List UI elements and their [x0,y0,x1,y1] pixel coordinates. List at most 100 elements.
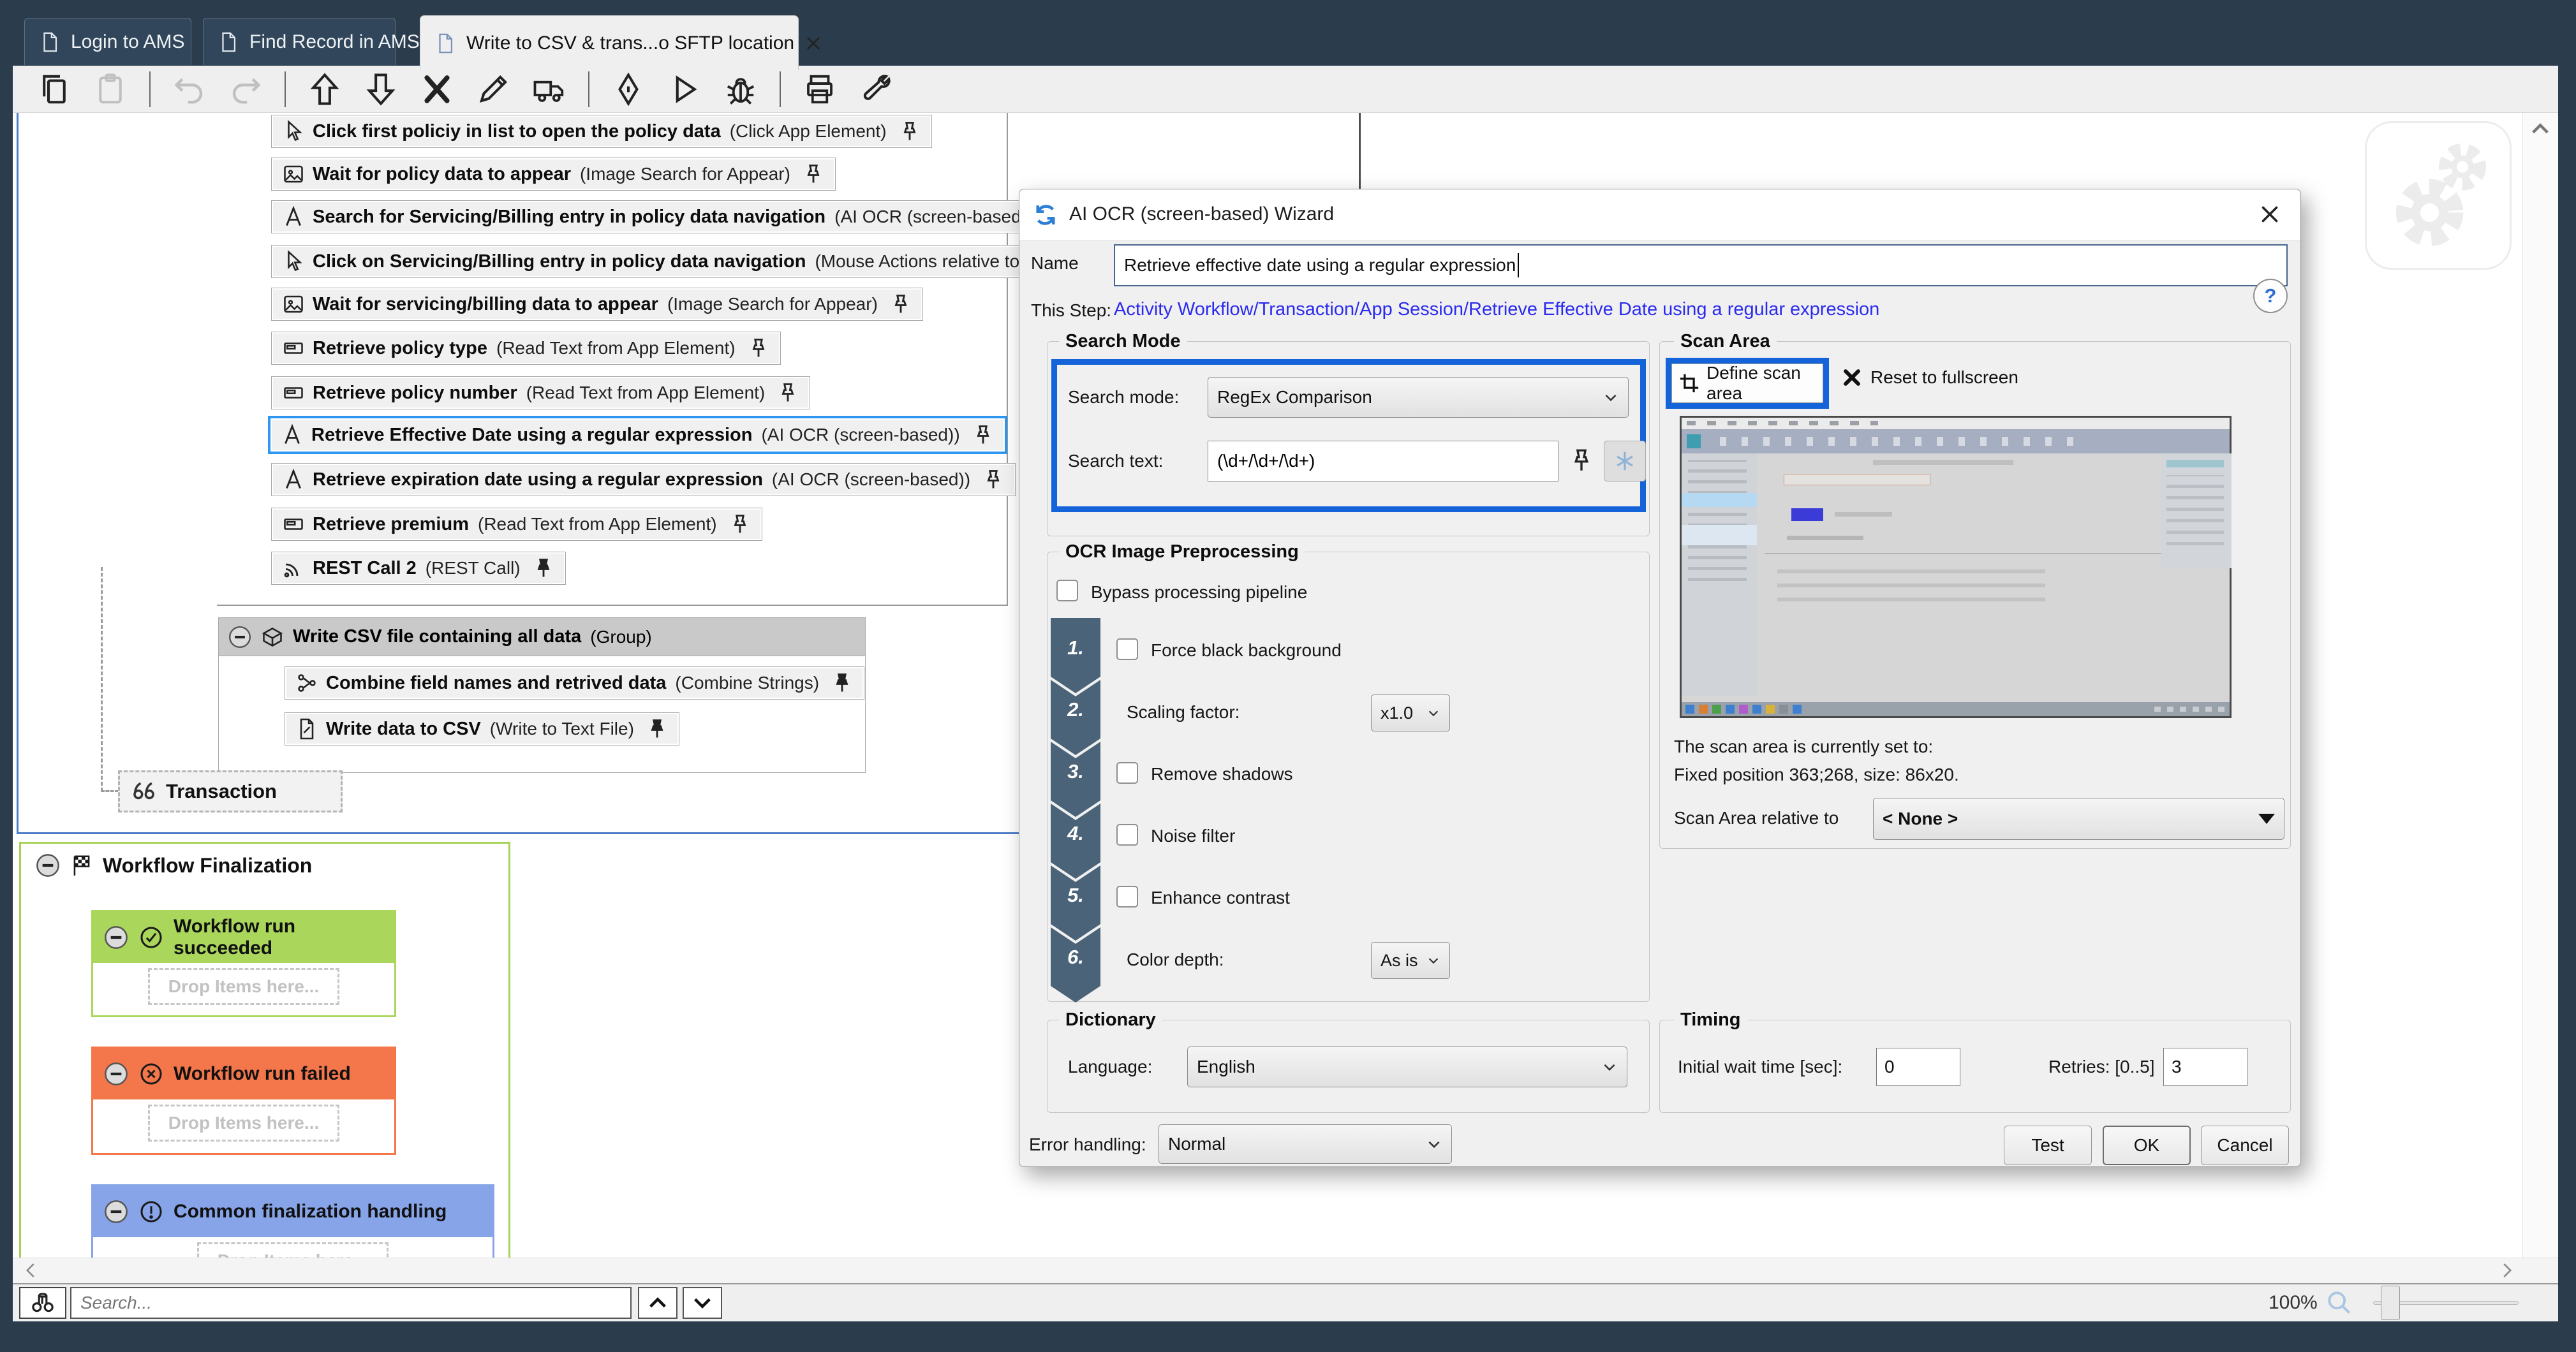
bug-icon[interactable] [723,72,758,107]
workflow-step[interactable]: Wait for policy data to appear (Image Sea… [271,158,836,191]
horizontal-scrollbar[interactable] [13,1258,2558,1283]
bypass-checkbox[interactable] [1056,580,1078,601]
pin-icon[interactable] [889,293,912,316]
workflow-step[interactable]: Retrieve policy number (Read Text from Ap… [271,376,811,409]
printer-icon[interactable] [803,72,837,107]
tab-2[interactable]: Find Record in AMS [203,18,420,65]
pin-icon[interactable] [898,120,921,143]
pin-filled-icon[interactable] [646,717,669,740]
ok-button[interactable]: OK [2103,1126,2191,1165]
pin-filled-icon[interactable] [831,672,854,694]
workflow-step[interactable]: Retrieve premium (Read Text from App Elem… [271,508,762,541]
pin-icon[interactable] [747,337,770,360]
group-box-icon [261,626,284,649]
pin-filled-icon[interactable] [532,557,555,580]
wrench-icon[interactable] [859,72,893,107]
scroll-left-icon[interactable] [22,1261,41,1280]
search-next-button[interactable] [683,1287,722,1319]
collapse-icon[interactable] [103,1061,129,1087]
drop-zone[interactable]: Drop Items here... [148,968,339,1005]
error-handling-label: Error handling: [1029,1135,1146,1154]
transaction-block[interactable]: Transaction [118,770,343,812]
pin-icon[interactable] [776,381,799,404]
workflow-finalization-group[interactable]: Workflow Finalization Workflow run succe… [19,842,510,1258]
delete-x-icon[interactable] [420,72,454,107]
collapse-icon[interactable] [103,1199,129,1224]
diamond-icon[interactable] [611,72,646,107]
truck-icon[interactable] [532,72,566,107]
tab-1[interactable]: Login to AMS [24,18,191,65]
workflow-step[interactable]: Retrieve policy type (Read Text from App … [271,332,781,365]
play-icon[interactable] [667,72,702,107]
scan-area-relative-dropdown[interactable]: < None > [1873,798,2284,840]
workflow-step[interactable]: REST Call 2 (REST Call) [271,552,566,585]
zoom-slider-thumb[interactable] [2381,1286,2400,1320]
block-label: Workflow run failed [174,1063,351,1084]
pipeline-checkbox[interactable] [1116,886,1138,907]
dialog-titlebar[interactable]: AI OCR (screen-based) Wizard [1019,189,2300,240]
finalization-title: Workflow Finalization [103,853,313,877]
finalization-block[interactable]: Common finalization handling Drop Items … [91,1184,494,1258]
pipeline-checkbox[interactable] [1116,824,1138,846]
close-icon[interactable] [2258,203,2281,226]
arrow-up-icon[interactable] [307,72,342,107]
vertical-scrollbar[interactable] [2522,113,2558,1258]
define-scan-area-button[interactable]: Define scan area [1671,363,1823,403]
drop-zone[interactable]: Drop Items here... [148,1105,339,1142]
help-button[interactable]: ? [2253,279,2288,313]
close-icon[interactable] [804,34,822,52]
test-button[interactable]: Test [2004,1126,2092,1165]
workflow-step[interactable]: Retrieve expiration date using a regular… [271,463,1016,496]
tab-3[interactable]: Write to CSV & trans...o SFTP location [420,15,820,70]
name-input[interactable]: Retrieve effective date using a regular … [1114,244,2288,286]
search-prev-button[interactable] [638,1287,677,1319]
scan-area-status-line1: The scan area is currently set to: [1674,737,1934,756]
pipeline-dropdown[interactable]: x1.0 [1371,694,1450,731]
finalization-block[interactable]: Workflow run failed Drop Items here... [91,1047,396,1155]
search-input[interactable] [70,1287,632,1319]
this-step-link[interactable]: Activity Workflow/Transaction/App Sessio… [1114,299,1879,320]
pin-icon[interactable] [802,163,825,186]
pipeline-checkbox[interactable] [1116,638,1138,660]
step-label: Retrieve policy number [313,382,517,403]
collapse-icon[interactable] [228,625,252,649]
pipeline-dropdown[interactable]: As is [1371,942,1450,979]
wait-time-input[interactable] [1876,1048,1960,1086]
pin-icon[interactable] [1568,447,1595,474]
copy-icon[interactable] [37,72,71,107]
workflow-step[interactable]: Wait for servicing/billing data to appea… [271,288,923,321]
step-type: (AI OCR (screen-based)) [834,207,1033,226]
search-mode-label: Search mode: [1068,387,1180,407]
drop-zone[interactable]: Drop Items here... [197,1242,389,1258]
finalization-block[interactable]: Workflow run succeeded Drop Items here..… [91,910,396,1017]
cancel-button[interactable]: Cancel [2201,1126,2289,1165]
pencil-icon[interactable] [476,72,510,107]
workflow-step[interactable]: Retrieve Effective Date using a regular … [268,416,1007,454]
search-mode-dropdown[interactable]: RegEx Comparison [1208,377,1629,418]
pipeline-label: Color depth: [1127,950,1224,969]
collapse-icon[interactable] [103,925,129,950]
group-write-csv[interactable]: Write CSV file containing all data (Grou… [218,617,866,773]
workflow-step[interactable]: Search for Servicing/Billing entry in po… [271,200,1079,233]
retries-input[interactable] [2163,1048,2247,1086]
search-text-input[interactable]: (\d+/\d+/\d+) [1208,441,1558,481]
find-button[interactable] [19,1287,66,1319]
workflow-step[interactable]: Combine field names and retrived data (Co… [285,666,865,700]
scroll-right-icon[interactable] [2497,1261,2516,1280]
workflow-step[interactable]: Write data to CSV (Write to Text File) [285,712,679,746]
variable-button[interactable] [1604,441,1646,481]
workflow-step[interactable]: Click on Servicing/Billing entry in poli… [271,245,1065,278]
language-dropdown[interactable]: English [1187,1047,1627,1087]
pipeline-checkbox[interactable] [1116,762,1138,784]
steps-container-right-border [1007,113,1008,606]
workflow-step[interactable]: Click first policiy in list to open the … [271,115,932,148]
scroll-up-icon[interactable] [2529,118,2551,140]
pin-icon[interactable] [729,513,751,536]
pin-icon[interactable] [982,468,1005,491]
reset-fullscreen-button[interactable]: Reset to fullscreen [1841,367,2018,388]
collapse-icon[interactable] [35,853,61,878]
tab-label: Find Record in AMS [249,31,420,52]
error-handling-dropdown[interactable]: Normal [1158,1124,1452,1164]
arrow-down-icon[interactable] [364,72,398,107]
pin-icon[interactable] [972,423,995,446]
